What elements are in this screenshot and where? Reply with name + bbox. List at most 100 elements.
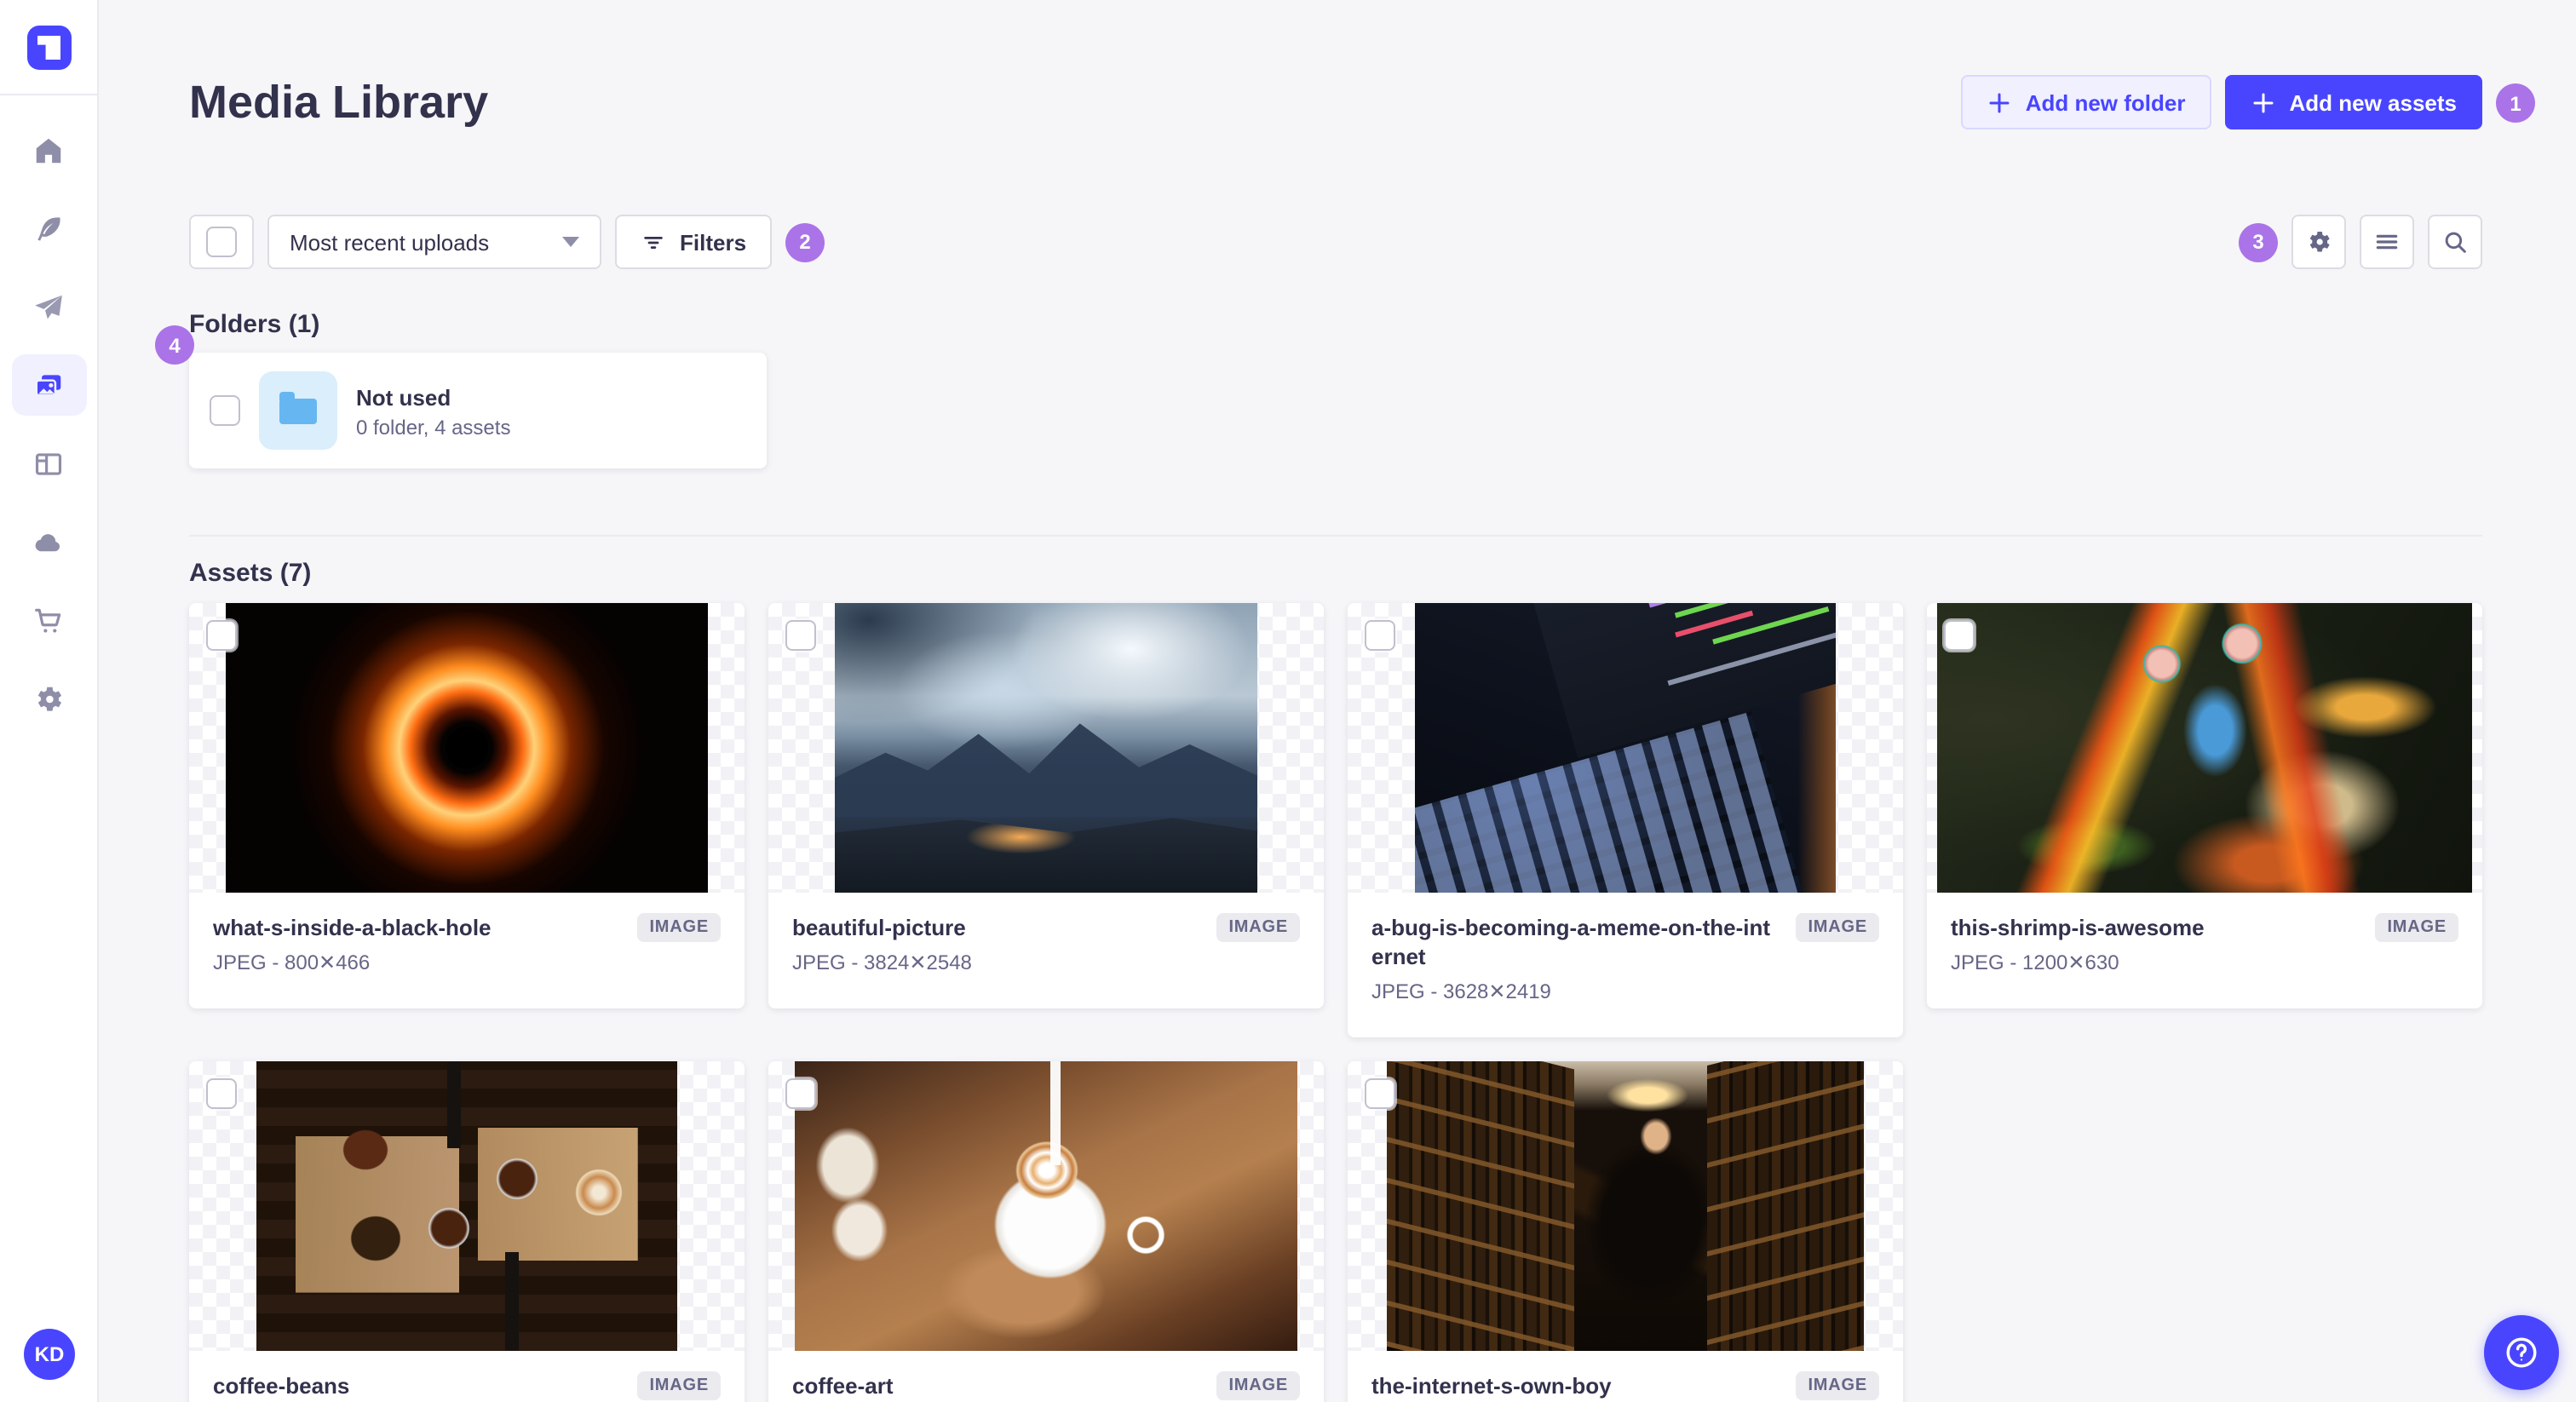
asset-card-body: coffee-beans JPEG - 5021✕3347 IMAGE [189, 1351, 745, 1402]
user-avatar[interactable]: KD [24, 1329, 75, 1380]
asset-thumbnail [768, 1061, 1324, 1351]
laptop-code-image [1415, 603, 1836, 893]
asset-type-badge: IMAGE [1796, 1371, 1879, 1400]
sidebar-item-marketplace[interactable] [11, 589, 86, 651]
mountain-image [835, 603, 1257, 893]
asset-type-badge: IMAGE [1216, 913, 1300, 942]
toolbar-left: Most recent uploads Filters 2 [189, 215, 825, 269]
asset-checkbox[interactable] [1365, 620, 1395, 651]
add-new-folder-label: Add new folder [2025, 89, 2186, 115]
strapi-logo[interactable] [26, 26, 71, 70]
asset-card-body: the-internet-s-own-boy JPEG - 1200✕707 I… [1348, 1351, 1903, 1402]
annotation-badge-2: 2 [785, 222, 825, 261]
media-library-icon [35, 374, 61, 396]
asset-type-badge: IMAGE [637, 1371, 721, 1400]
folder-card[interactable]: Not used 0 folder, 4 assets [189, 353, 767, 468]
asset-type-badge: IMAGE [1796, 913, 1879, 942]
asset-thumbnail [189, 603, 745, 893]
plus-icon [2252, 92, 2273, 112]
asset-checkbox[interactable] [785, 1078, 816, 1109]
folders-heading: Folders (1) [189, 310, 320, 339]
asset-thumbnail [1348, 1061, 1903, 1351]
asset-card[interactable]: coffee-beans JPEG - 5021✕3347 IMAGE [189, 1061, 745, 1402]
sidebar-item-settings[interactable] [11, 668, 86, 729]
folder-tile [259, 371, 337, 450]
asset-thumbnail [768, 603, 1324, 893]
search-button[interactable] [2428, 215, 2482, 269]
toolbar: Most recent uploads Filters 2 3 [189, 215, 2482, 269]
plus-icon [1989, 92, 2010, 112]
add-new-assets-label: Add new assets [2289, 89, 2457, 115]
filters-button[interactable]: Filters [615, 215, 773, 269]
asset-meta: JPEG - 800✕466 [213, 951, 371, 974]
configure-view-button[interactable] [2291, 215, 2346, 269]
asset-checkbox[interactable] [206, 620, 237, 651]
asset-card[interactable]: beautiful-picture JPEG - 3824✕2548 IMAGE [768, 603, 1324, 1008]
asset-type-badge: IMAGE [637, 913, 721, 942]
folder-name: Not used [356, 384, 451, 410]
sidebar-item-media-library[interactable] [11, 354, 86, 416]
sidebar-item-home[interactable] [11, 119, 86, 181]
help-button[interactable] [2484, 1315, 2559, 1390]
folder-checkbox[interactable] [210, 395, 240, 426]
asset-card[interactable]: what-s-inside-a-black-hole JPEG - 800✕46… [189, 603, 745, 1008]
folder-meta: 0 folder, 4 assets [356, 415, 511, 439]
folder-icon [279, 391, 317, 423]
asset-card[interactable]: the-internet-s-own-boy JPEG - 1200✕707 I… [1348, 1061, 1903, 1402]
asset-card[interactable]: a-bug-is-becoming-a-meme-on-the-internet… [1348, 603, 1903, 1037]
media-library-page: KD Media Library Add new folder Add new … [0, 0, 2576, 1402]
folder-info: Not used 0 folder, 4 assets [356, 382, 510, 439]
feather-icon [37, 216, 60, 240]
asset-checkbox[interactable] [1944, 620, 1975, 651]
asset-thumbnail [1927, 603, 2482, 893]
asset-thumbnail [1348, 603, 1903, 893]
sidebar-item-content-type-builder[interactable] [11, 433, 86, 494]
sidebar-nav [11, 119, 86, 729]
page-title: Media Library [189, 77, 489, 128]
annotation-badge-3: 3 [2239, 222, 2278, 261]
asset-card-body: this-shrimp-is-awesome JPEG - 1200✕630 I… [1927, 893, 2482, 1008]
select-all-checkbox-field [189, 215, 254, 269]
list-view-button[interactable] [2360, 215, 2414, 269]
asset-checkbox[interactable] [206, 1078, 237, 1109]
asset-type-badge: IMAGE [2375, 913, 2458, 942]
section-divider [189, 535, 2482, 537]
asset-checkbox[interactable] [1365, 1078, 1395, 1109]
sidebar-item-deploy[interactable] [11, 511, 86, 572]
sidebar: KD [0, 0, 99, 1402]
annotation-badge-4: 4 [155, 325, 194, 365]
gear-icon [2309, 232, 2330, 252]
asset-meta: JPEG - 3628✕2419 [1371, 980, 1551, 1003]
list-icon [2376, 234, 2398, 250]
select-all-checkbox[interactable] [206, 227, 237, 257]
coffee-art-image [795, 1061, 1297, 1351]
add-new-assets-button[interactable]: Add new assets [2224, 75, 2482, 129]
sidebar-item-content-manager[interactable] [11, 198, 86, 259]
asset-checkbox[interactable] [785, 620, 816, 651]
assets-heading: Assets (7) [189, 559, 312, 588]
toolbar-right: 3 [2239, 215, 2482, 269]
asset-card-body: what-s-inside-a-black-hole JPEG - 800✕46… [189, 893, 745, 1008]
asset-card[interactable]: coffee-art JPEG - 5824✕3259 IMAGE [768, 1061, 1324, 1402]
main-content: Media Library Add new folder Add new ass… [99, 0, 2576, 1402]
sort-select[interactable]: Most recent uploads [267, 215, 601, 269]
search-icon [2445, 232, 2466, 253]
page-header: Media Library Add new folder Add new ass… [189, 0, 2535, 129]
asset-meta: JPEG - 3824✕2548 [792, 951, 972, 974]
layout-icon [35, 452, 62, 474]
asset-card[interactable]: this-shrimp-is-awesome JPEG - 1200✕630 I… [1927, 603, 2482, 1008]
black-hole-image [226, 603, 708, 893]
cloud-icon [35, 533, 60, 551]
asset-card-body: coffee-art JPEG - 5824✕3259 IMAGE [768, 1351, 1324, 1402]
header-actions: Add new folder Add new assets [1960, 75, 2482, 129]
asset-meta: JPEG - 1200✕630 [1951, 951, 2119, 974]
sidebar-item-releases[interactable] [11, 276, 86, 337]
home-icon [36, 137, 61, 163]
asset-type-badge: IMAGE [1216, 1371, 1300, 1400]
annotation-badge-1: 1 [2496, 83, 2535, 123]
paper-plane-icon [35, 294, 62, 319]
add-new-folder-button[interactable]: Add new folder [1960, 75, 2211, 129]
filters-label: Filters [680, 229, 747, 255]
sidebar-divider [0, 94, 98, 95]
filter-icon [644, 236, 663, 248]
